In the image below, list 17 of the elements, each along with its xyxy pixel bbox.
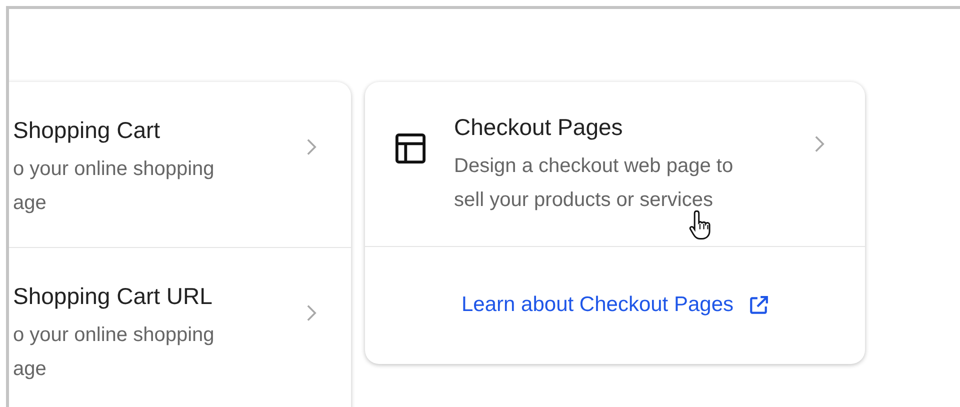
layout-icon	[395, 133, 426, 164]
list-item[interactable]: Shopping Cart URL o your online shopping age	[9, 247, 351, 407]
item-description: age	[13, 357, 48, 382]
item-description: o your online shopping	[13, 157, 216, 182]
item-description: age	[13, 191, 48, 216]
external-link-icon	[748, 294, 769, 316]
list-item[interactable]: Shopping Cart o your online shopping age	[9, 82, 351, 247]
chevron-right-icon	[814, 135, 825, 153]
item-description: Design a checkout web page to sell your products or services	[454, 154, 734, 213]
chevron-right-icon	[306, 304, 317, 322]
item-description: o your online shopping	[13, 323, 216, 348]
list-item[interactable]: Checkout Pages Design a checkout web page to sell your products or services	[365, 82, 865, 247]
item-title: Checkout Pages	[454, 113, 624, 141]
item-title: Shopping Cart URL	[13, 282, 214, 310]
item-title: Shopping Cart	[13, 116, 162, 144]
learn-link[interactable]: Learn about Checkout Pages	[461, 293, 734, 317]
chevron-right-icon	[306, 138, 317, 156]
